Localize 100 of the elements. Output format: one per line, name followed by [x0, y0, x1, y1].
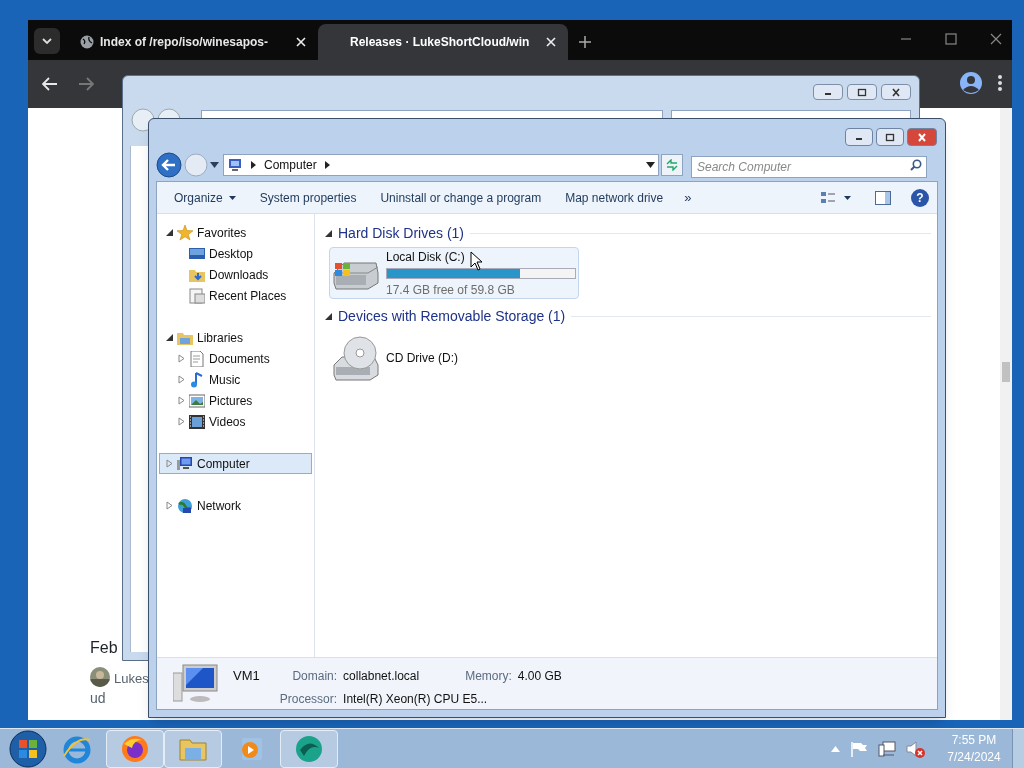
maximize-icon[interactable] [945, 33, 957, 45]
clock-date: 7/24/2024 [947, 748, 1001, 766]
tab-title: Releases · LukeShortCloud/win [350, 34, 530, 51]
new-tab-icon[interactable] [578, 35, 592, 49]
scrollbar-thumb[interactable] [1002, 362, 1010, 382]
search-field[interactable] [671, 110, 911, 118]
expanded-arrow-icon[interactable] [166, 334, 173, 341]
tab-title: Index of /repo/iso/winesapos- [100, 34, 269, 51]
close-button[interactable] [907, 128, 937, 146]
date-text: Feb [90, 638, 118, 658]
field-label: Memory: [465, 668, 512, 685]
computer-icon [177, 455, 193, 472]
address-bar[interactable] [201, 110, 663, 118]
documents-icon [189, 350, 205, 367]
search-field[interactable]: Search Computer [691, 156, 927, 178]
navigation-item[interactable]: Recent Places [159, 285, 312, 306]
network-icon [177, 497, 193, 514]
pictures-icon [189, 392, 205, 409]
desktop-icon [189, 245, 205, 262]
taskbar-button[interactable] [280, 729, 338, 768]
menu-icon[interactable] [998, 75, 1002, 91]
expanded-arrow-icon[interactable] [325, 312, 332, 320]
collapsed-arrow-icon[interactable] [166, 501, 173, 510]
minimize-button[interactable] [845, 128, 873, 146]
cursor-icon [470, 251, 484, 271]
tab-list-button[interactable] [34, 28, 60, 54]
free-space-text: 17.4 GB free of 59.8 GB [386, 281, 515, 299]
volume-muted-icon[interactable] [906, 739, 926, 758]
field-value: 4.00 GB [517, 668, 562, 685]
expanded-arrow-icon[interactable] [325, 229, 332, 237]
drive-item[interactable]: Local Disk (C:) 17.4 GB free of 59.8 GB [329, 247, 579, 299]
collapsed-arrow-icon[interactable] [178, 354, 185, 363]
breadcrumb-item[interactable]: Computer [264, 156, 317, 174]
help-button[interactable]: ? [911, 188, 929, 207]
clock-time: 7:55 PM [951, 731, 997, 749]
navigation-item[interactable]: Documents [159, 348, 312, 369]
maximize-icon [857, 87, 867, 97]
breadcrumb-arrow-icon[interactable] [324, 161, 330, 169]
favorites-icon [177, 224, 193, 241]
cd-drive-icon [332, 335, 380, 381]
group-header: Hard Disk Drives (1) [338, 223, 464, 243]
drive-name: Local Disk (C:) [386, 248, 465, 266]
refresh-icon [665, 159, 679, 171]
computer-icon [173, 662, 219, 705]
navigation-item[interactable]: Favorites [159, 222, 312, 243]
maximize-icon [885, 132, 895, 142]
sphere-icon [294, 733, 324, 764]
navigation-item[interactable]: Computer [159, 453, 312, 474]
minimize-button[interactable] [813, 84, 843, 100]
view-icon [820, 190, 836, 205]
navigation-item[interactable]: Pictures [159, 390, 312, 411]
scrollbar[interactable] [1000, 108, 1012, 720]
expanded-arrow-icon[interactable] [166, 229, 173, 236]
navigation-item[interactable]: Desktop [159, 243, 312, 264]
firefox-icon [120, 733, 150, 764]
drive-name: CD Drive (D:) [386, 350, 458, 367]
collapsed-arrow-icon[interactable] [166, 459, 173, 468]
maximize-button[interactable] [876, 128, 904, 146]
navigation-item[interactable]: Videos [159, 411, 312, 432]
network-icon[interactable] [878, 740, 896, 757]
username-text: ud [90, 689, 106, 708]
forward-icon[interactable] [78, 77, 94, 91]
collapsed-arrow-icon[interactable] [178, 375, 185, 384]
profile-icon[interactable] [960, 72, 982, 94]
start-button[interactable] [8, 728, 48, 768]
browser-tab[interactable]: Releases · LukeShortCloud/win [318, 24, 568, 60]
address-bar[interactable]: Computer [223, 154, 659, 176]
show-desktop-button[interactable] [1012, 728, 1024, 768]
recent-icon [189, 287, 205, 304]
caret-icon [844, 195, 851, 200]
preview-pane-icon[interactable] [875, 190, 891, 205]
toolbar-button[interactable]: Map network drive [556, 185, 673, 210]
recent-pages-icon[interactable] [210, 162, 219, 168]
breadcrumb-arrow-icon[interactable] [251, 161, 256, 169]
navigation-item[interactable]: Libraries [159, 327, 312, 348]
avatar-icon [90, 667, 110, 687]
computer-name: VM1 [233, 667, 260, 685]
close-button[interactable] [881, 84, 911, 100]
toolbar-button[interactable]: System properties [250, 185, 366, 210]
navigation-item[interactable]: Downloads [159, 264, 312, 285]
taskbar-button[interactable] [106, 729, 164, 768]
username-text: Lukes [114, 670, 149, 688]
globe-icon [80, 35, 94, 49]
videos-icon [189, 413, 205, 430]
navigation-item[interactable]: Network [159, 495, 312, 516]
refresh-button[interactable] [661, 154, 683, 176]
dropdown-icon[interactable] [646, 162, 655, 168]
back-icon[interactable] [156, 152, 182, 178]
collapsed-arrow-icon[interactable] [178, 417, 185, 426]
search-icon[interactable] [910, 159, 922, 171]
maximize-button[interactable] [847, 84, 877, 100]
close-icon [891, 87, 901, 97]
toolbar-button[interactable]: Organize [165, 185, 245, 210]
browser-tab[interactable]: Index of /repo/iso/winesapos- [68, 24, 318, 60]
more-button[interactable]: » [678, 185, 698, 210]
field-value: Intel(R) Xeon(R) CPU E5... [343, 690, 489, 708]
navigation-item[interactable]: Music [159, 369, 312, 390]
toolbar-button[interactable]: Uninstall or change a program [371, 185, 551, 210]
drive-item[interactable]: CD Drive (D:) [329, 330, 579, 386]
collapsed-arrow-icon[interactable] [178, 396, 185, 405]
